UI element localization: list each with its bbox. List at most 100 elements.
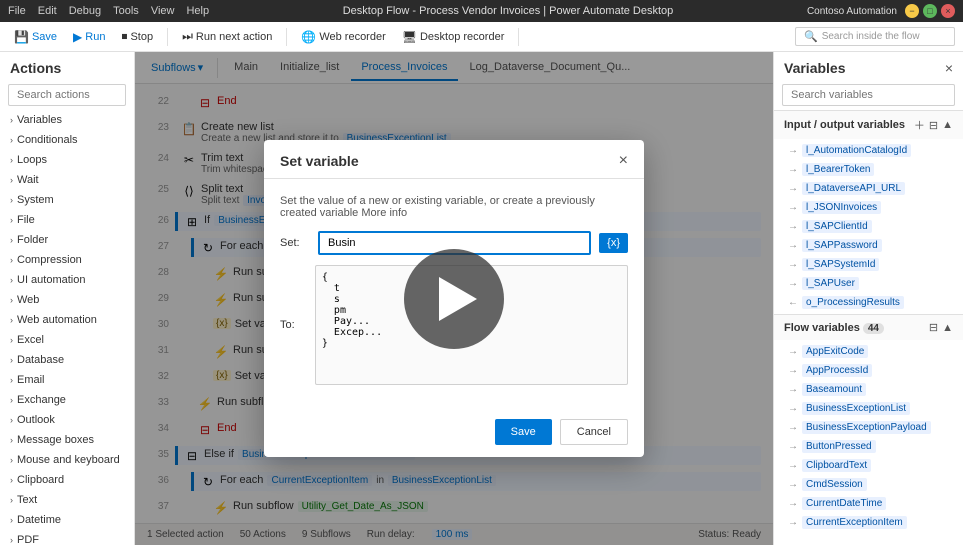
play-overlay[interactable] [404, 249, 504, 349]
collapse-input-button[interactable]: ▲ [942, 117, 953, 133]
var-item[interactable]: →l_BearerToken [774, 160, 963, 179]
var-item[interactable]: →AppProcessId [774, 361, 963, 380]
action-ui-automation[interactable]: ›UI automation [0, 270, 134, 290]
var-item[interactable]: →l_JSONInvoices [774, 198, 963, 217]
save-button[interactable]: 💾 Save [8, 28, 63, 46]
var-item[interactable]: →l_SAPClientId [774, 217, 963, 236]
var-item[interactable]: →l_SAPSystemId [774, 255, 963, 274]
stop-button[interactable]: ⏹ Stop [115, 27, 159, 46]
save-icon: 💾 [14, 30, 29, 44]
expand-icon: › [10, 215, 13, 225]
action-text[interactable]: ›Text [0, 490, 134, 510]
modal-save-button[interactable]: Save [495, 419, 552, 445]
variables-close-button[interactable]: × [945, 60, 953, 76]
modal-title: Set variable [280, 153, 359, 169]
modal-cancel-button[interactable]: Cancel [560, 419, 628, 445]
action-conditionals[interactable]: ›Conditionals [0, 130, 134, 150]
expand-icon: › [10, 515, 13, 525]
var-item[interactable]: →Baseamount [774, 380, 963, 399]
window-controls: − □ × [905, 4, 955, 18]
menu-debug[interactable]: Debug [69, 5, 101, 17]
action-pdf[interactable]: ›PDF [0, 530, 134, 545]
variables-search-input[interactable] [782, 84, 955, 106]
collapse-flow-button[interactable]: ▲ [942, 321, 953, 334]
var-item[interactable]: →BusinessExceptionList [774, 399, 963, 418]
modal-to-label: To: [280, 319, 307, 331]
expand-icon: › [10, 415, 13, 425]
flow-variables-section-header[interactable]: Flow variables 44 ⊟ ▲ [774, 315, 963, 340]
action-clipboard[interactable]: ›Clipboard [0, 470, 134, 490]
action-database[interactable]: ›Database [0, 350, 134, 370]
expand-icon: › [10, 355, 13, 365]
run-button[interactable]: ▶ Run [67, 28, 111, 46]
flow-variables-section: Flow variables 44 ⊟ ▲ →AppExitCode →AppP… [774, 314, 963, 534]
expand-icon: › [10, 495, 13, 505]
action-outlook[interactable]: ›Outlook [0, 410, 134, 430]
var-item[interactable]: ←o_ProcessingResults [774, 293, 963, 312]
web-recorder-icon: 🌐 [301, 30, 316, 44]
action-exchange[interactable]: ›Exchange [0, 390, 134, 410]
var-item[interactable]: →l_SAPUser [774, 274, 963, 293]
expand-icon: › [10, 135, 13, 145]
actions-search-input[interactable] [8, 84, 126, 106]
toolbar-sep-1 [167, 28, 168, 46]
run-next-button[interactable]: ⏭ Run next action [176, 27, 278, 46]
modal-description: Set the value of a new or existing varia… [280, 195, 628, 219]
action-web-automation[interactable]: ›Web automation [0, 310, 134, 330]
var-item[interactable]: →l_DataverseAPI_URL [774, 179, 963, 198]
action-system[interactable]: ›System [0, 190, 134, 210]
action-excel[interactable]: ›Excel [0, 330, 134, 350]
action-datetime[interactable]: ›Datetime [0, 510, 134, 530]
input-output-section-header[interactable]: Input / output variables ＋ ⊟ ▲ [774, 111, 963, 139]
filter-var-button[interactable]: ⊟ [929, 117, 938, 133]
action-message-boxes[interactable]: ›Message boxes [0, 430, 134, 450]
add-var-button[interactable]: ＋ [914, 117, 925, 133]
action-loops[interactable]: ›Loops [0, 150, 134, 170]
minimize-button[interactable]: − [905, 4, 919, 18]
action-mouse-keyboard[interactable]: ›Mouse and keyboard [0, 450, 134, 470]
toolbar-sep-3 [518, 28, 519, 46]
action-compression[interactable]: ›Compression [0, 250, 134, 270]
action-folder[interactable]: ›Folder [0, 230, 134, 250]
var-item[interactable]: →ClipboardText [774, 456, 963, 475]
action-email[interactable]: ›Email [0, 370, 134, 390]
desktop-recorder-icon: 🖥 [402, 30, 417, 44]
menu-tools[interactable]: Tools [113, 5, 139, 17]
var-item[interactable]: →BusinessExceptionPayload [774, 418, 963, 437]
modal-set-dropdown[interactable]: {x} [599, 233, 628, 253]
maximize-button[interactable]: □ [923, 4, 937, 18]
modal-close-button[interactable]: × [619, 152, 628, 170]
filter-flow-var-button[interactable]: ⊟ [929, 321, 938, 334]
var-item[interactable]: →l_AutomationCatalogId [774, 141, 963, 160]
var-item[interactable]: →CurrentExceptionItem [774, 513, 963, 532]
var-item[interactable]: →CurrentDateTime [774, 494, 963, 513]
search-flow-placeholder: Search inside the flow [822, 31, 920, 42]
action-variables[interactable]: ›Variables [0, 110, 134, 130]
web-recorder-button[interactable]: 🌐 Web recorder [295, 28, 391, 46]
menu-file[interactable]: File [8, 5, 26, 17]
var-item[interactable]: →l_SAPPassword [774, 236, 963, 255]
expand-icon: › [10, 195, 13, 205]
expand-icon: › [10, 395, 13, 405]
expand-icon: › [10, 335, 13, 345]
modal-overlay: Set variable × Set the value of a new or… [135, 52, 773, 545]
play-triangle-icon [439, 277, 477, 321]
menu-edit[interactable]: Edit [38, 5, 57, 17]
actions-header: Actions [0, 52, 134, 80]
menu-help[interactable]: Help [186, 5, 209, 17]
action-web[interactable]: ›Web [0, 290, 134, 310]
var-item[interactable]: →AppExitCode [774, 342, 963, 361]
expand-icon: › [10, 475, 13, 485]
expand-icon: › [10, 235, 13, 245]
desktop-recorder-button[interactable]: 🖥 Desktop recorder [396, 28, 511, 46]
action-file[interactable]: ›File [0, 210, 134, 230]
main-layout: Actions ›Variables ›Conditionals ›Loops … [0, 52, 963, 545]
input-output-var-list: →l_AutomationCatalogId →l_BearerToken →l… [774, 139, 963, 314]
close-button[interactable]: × [941, 4, 955, 18]
expand-icon: › [10, 375, 13, 385]
expand-icon: › [10, 155, 13, 165]
menu-view[interactable]: View [151, 5, 175, 17]
var-item[interactable]: →CmdSession [774, 475, 963, 494]
action-wait[interactable]: ›Wait [0, 170, 134, 190]
var-item[interactable]: →ButtonPressed [774, 437, 963, 456]
